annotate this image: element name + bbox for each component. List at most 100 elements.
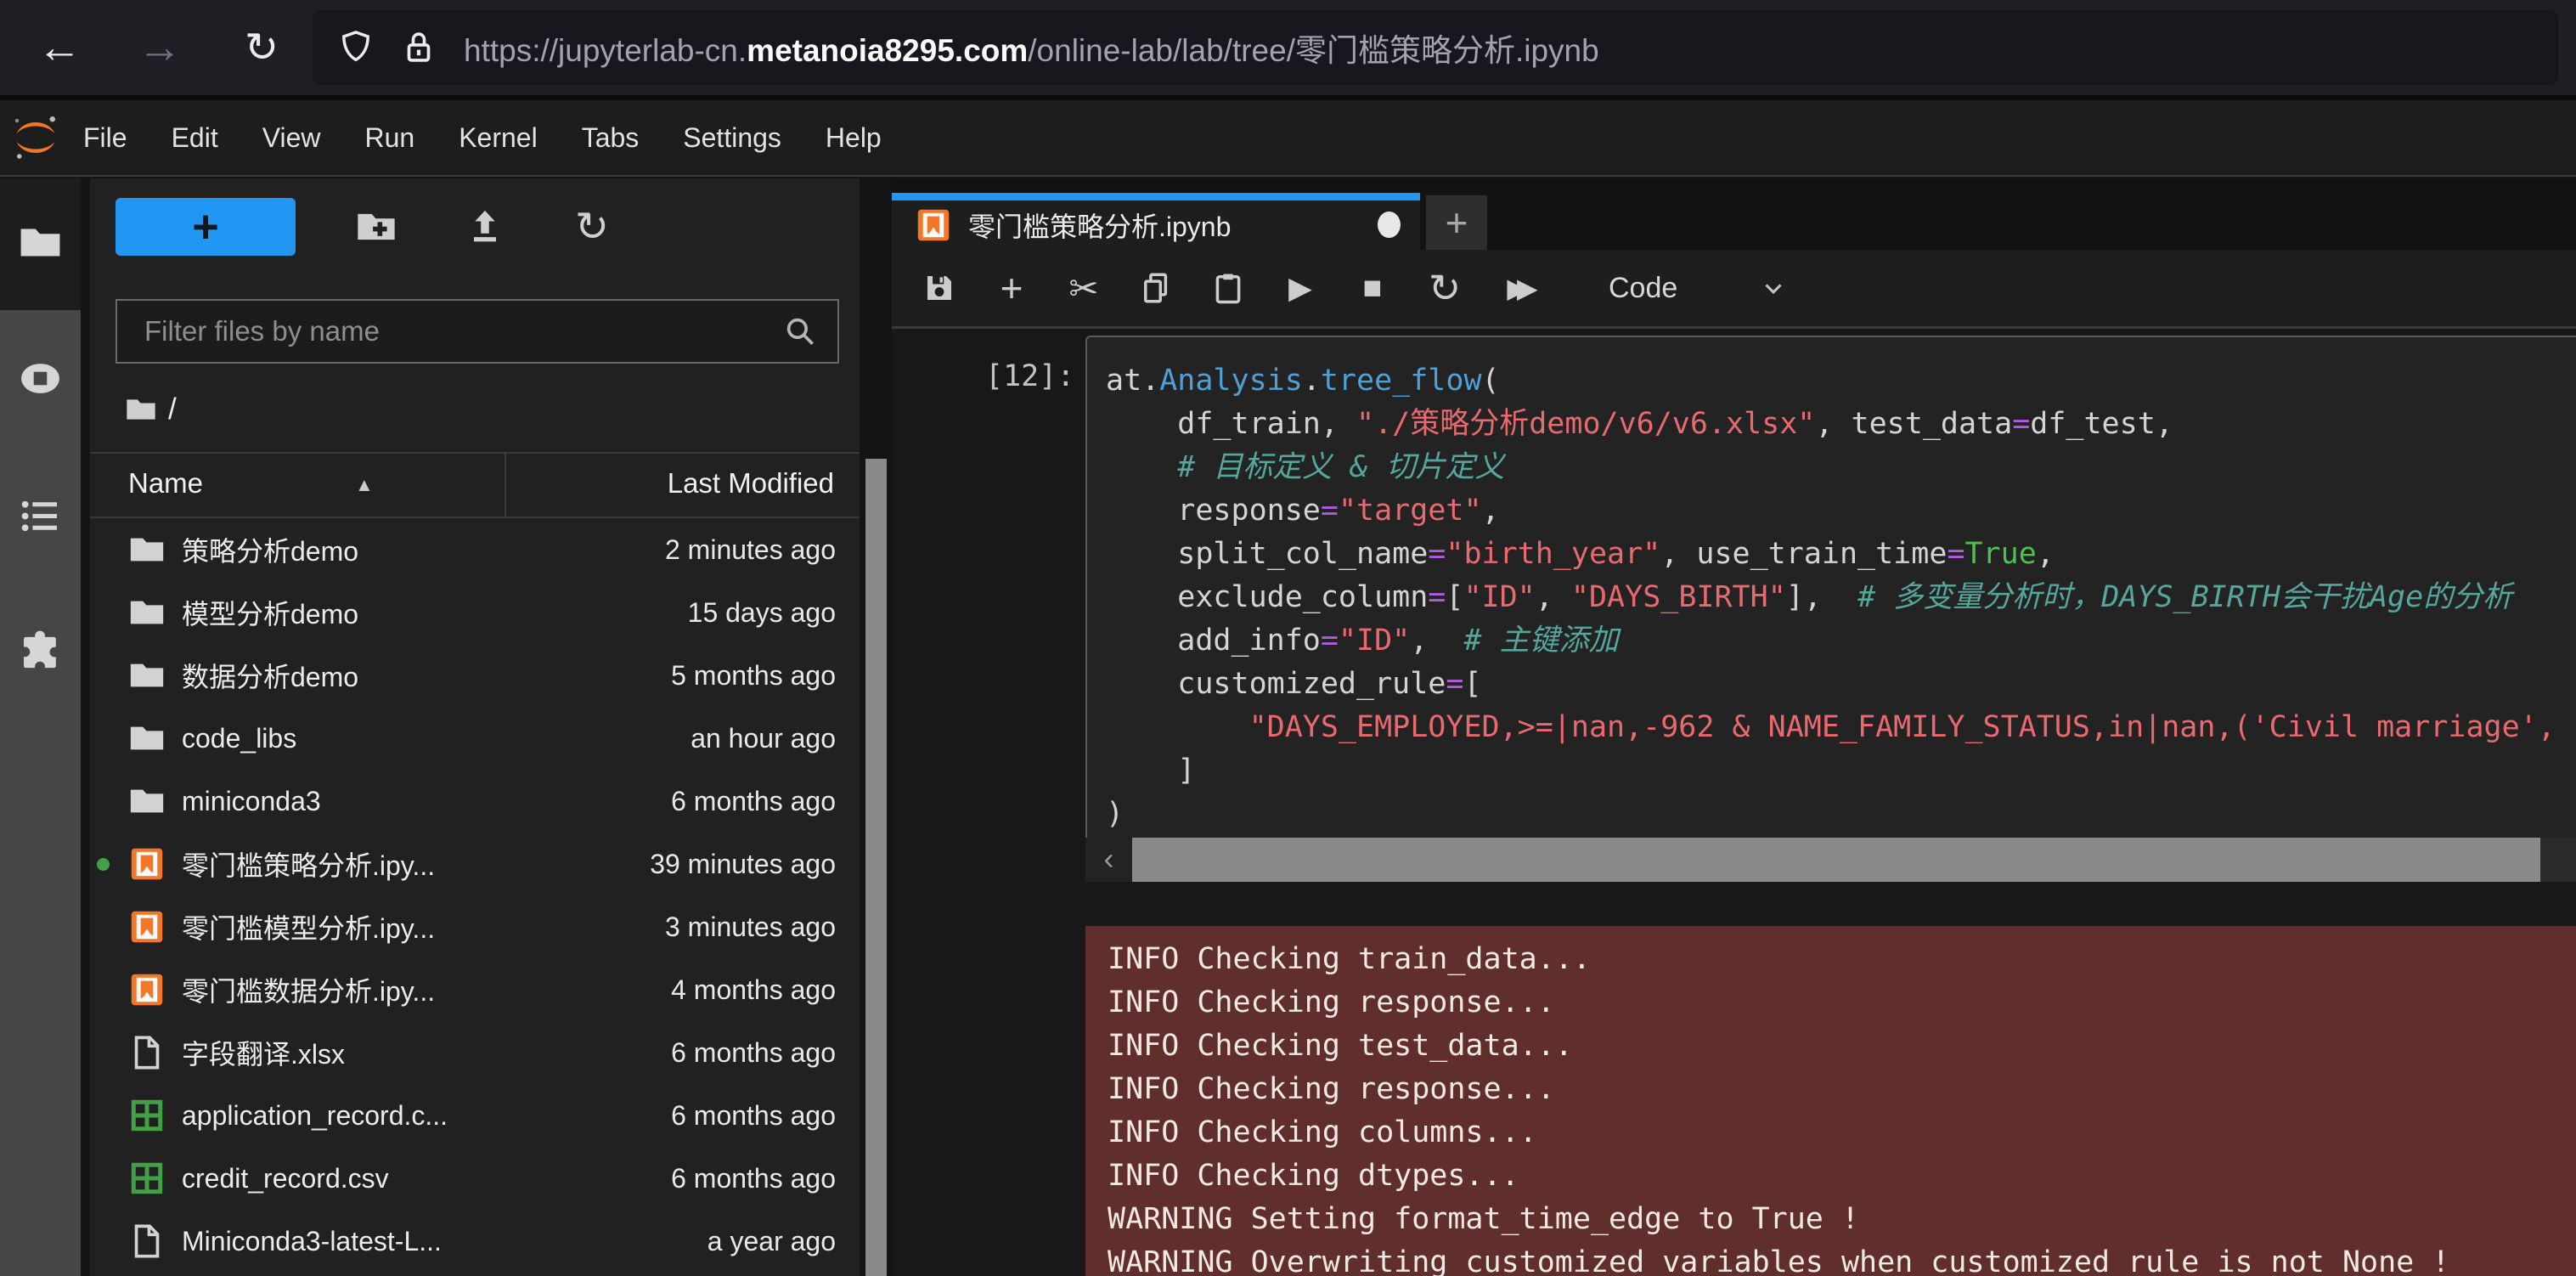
folder-icon [127, 719, 166, 758]
save-button[interactable] [915, 263, 964, 313]
chevron-down-icon[interactable] [1759, 274, 1788, 302]
menu-edit[interactable]: Edit [149, 122, 240, 154]
run-icon: ▶ [1288, 270, 1312, 306]
file-modified-time: 3 minutes ago [665, 912, 860, 943]
sidebar-item-extensions[interactable] [17, 627, 64, 674]
chevron-left-icon: ‹ [1104, 841, 1114, 876]
notebook-file-icon [914, 206, 953, 245]
browser-address-bar[interactable]: https://jupyterlab-cn.metanoia8295.com/o… [313, 10, 2559, 85]
file-name: 策略分析demo [182, 530, 358, 569]
run-all-icon: ▶▶ [1507, 272, 1526, 304]
file-row[interactable]: 零门槛数据分析.ipy...4 months ago [90, 958, 860, 1021]
code-line: df_train, "./策略分析demo/v6/v6.xlsx", test_… [1106, 403, 2556, 446]
file-name: Miniconda3-latest-L... [182, 1226, 442, 1257]
folder-icon [127, 782, 166, 821]
cell-execution-count: [12]: [985, 359, 1074, 393]
editor-horizontal-scrollbar[interactable]: ‹ [1085, 838, 2576, 882]
new-folder-button[interactable] [352, 202, 401, 251]
notebook-tab[interactable]: 零门槛策略分析.ipynb [892, 193, 1420, 250]
file-browser-scrollbar[interactable] [865, 459, 887, 1276]
output-line: WARNING Setting format_time_edge to True… [1108, 1198, 2576, 1241]
jupyterlab-menubar: FileEditViewRunKernelTabsSettingsHelp [0, 100, 2576, 177]
browser-forward-button[interactable]: → [126, 0, 194, 95]
file-filter-input[interactable] [117, 314, 781, 348]
file-modified-time: 15 days ago [688, 597, 860, 629]
file-row[interactable]: 策略分析demo2 minutes ago [90, 518, 860, 581]
code-line: # 目标定义 & 切片定义 [1106, 446, 2556, 489]
menu-tabs[interactable]: Tabs [560, 122, 662, 154]
lock-icon[interactable] [399, 28, 438, 67]
forward-arrow-icon: → [138, 22, 182, 73]
puzzle-icon [17, 627, 64, 674]
restart-button[interactable]: ↻ [1420, 263, 1469, 313]
file-row[interactable]: 零门槛策略分析.ipy...39 minutes ago [90, 833, 860, 895]
file-modified-time: a year ago [707, 1226, 860, 1257]
search-icon [781, 313, 819, 350]
column-divider [504, 454, 506, 517]
file-row[interactable]: application_record.c...6 months ago [90, 1084, 860, 1147]
restart-icon: ↻ [1429, 265, 1462, 311]
cell-output-stderr: INFO Checking train_data... INFO Checking… [1085, 926, 2576, 1276]
file-row[interactable]: code_libsan hour ago [90, 707, 860, 770]
browser-back-button[interactable]: ← [25, 0, 93, 95]
file-row[interactable]: miniconda36 months ago [90, 770, 860, 833]
add-cell-button[interactable]: + [987, 263, 1036, 313]
notebook-icon [127, 907, 166, 946]
output-line: INFO Checking dtypes... [1108, 1155, 2576, 1198]
column-header-name[interactable]: Name [128, 467, 203, 500]
code-line: customized_rule=[ [1106, 663, 2556, 706]
menu-view[interactable]: View [240, 122, 343, 154]
file-row[interactable]: 模型分析demo15 days ago [90, 581, 860, 644]
scroll-left-button[interactable]: ‹ [1085, 838, 1132, 882]
column-header-modified[interactable]: Last Modified [668, 467, 834, 500]
paste-button[interactable] [1203, 263, 1253, 313]
file-row[interactable]: Miniconda3-latest-L... a year ago [90, 1210, 860, 1273]
cut-button[interactable]: ✂ [1059, 263, 1108, 313]
refresh-button[interactable]: ↻ [567, 202, 617, 251]
run-button[interactable]: ▶ [1276, 263, 1325, 313]
breadcrumb[interactable]: / [124, 392, 177, 426]
running-kernel-indicator [97, 858, 110, 871]
output-line: INFO Checking columns... [1108, 1111, 2576, 1155]
code-cell-editor[interactable]: at.Analysis.tree_flow( df_train, "./策略分析… [1085, 336, 2576, 838]
unsaved-changes-indicator[interactable] [1378, 212, 1401, 238]
sidebar-item-running-sessions[interactable] [17, 355, 64, 402]
menu-run[interactable]: Run [342, 122, 437, 154]
add-cell-icon: + [1001, 265, 1023, 311]
sidebar-item-file-browser[interactable] [17, 219, 64, 266]
run-all-button[interactable]: ▶▶ [1492, 263, 1553, 313]
new-tab-button[interactable]: + [1426, 195, 1487, 250]
shield-icon[interactable] [336, 28, 375, 67]
menu-settings[interactable]: Settings [661, 122, 803, 154]
file-row[interactable]: 数据分析demo5 months ago [90, 644, 860, 707]
file-modified-time: 5 months ago [671, 660, 860, 692]
upload-button[interactable] [460, 202, 510, 251]
sidebar-item-table-of-contents[interactable] [17, 493, 64, 539]
file-row[interactable]: 零门槛模型分析.ipy...3 minutes ago [90, 895, 860, 958]
copy-button[interactable] [1131, 263, 1181, 313]
save-icon [922, 270, 957, 306]
browser-chrome: ← → ↻ https://jupyterlab-cn.metanoia8295… [0, 0, 2576, 100]
code-line: exclude_column=["ID", "DAYS_BIRTH"], # 多… [1106, 576, 2556, 619]
main-dock-panel: 零门槛策略分析.ipynb + + ✂ ▶ ■ ↻ ▶▶ Code [12]: at.Ana… [892, 178, 2576, 1276]
breadcrumb-root: / [168, 392, 177, 426]
folder-icon [127, 656, 166, 695]
code-line: at.Analysis.tree_flow( [1106, 359, 2556, 403]
notebook-icon [127, 970, 166, 1009]
file-row[interactable]: 字段翻译.xlsx6 months ago [90, 1021, 860, 1084]
jupyter-logo-icon [10, 112, 61, 163]
browser-reload-button[interactable]: ↻ [228, 0, 296, 95]
notebook-tab-title: 零门槛策略分析.ipynb [968, 206, 1231, 245]
file-row[interactable]: credit_record.csv6 months ago [90, 1147, 860, 1210]
interrupt-button[interactable]: ■ [1348, 263, 1397, 313]
menu-help[interactable]: Help [803, 122, 904, 154]
file-modified-time: 4 months ago [671, 974, 860, 1006]
cell-type-dropdown[interactable]: Code [1609, 272, 1677, 305]
code-line: split_col_name="birth_year", use_train_t… [1106, 533, 2556, 576]
menu-kernel[interactable]: Kernel [437, 122, 560, 154]
scrollbar-thumb[interactable] [1132, 838, 2540, 882]
new-launcher-button[interactable]: + [116, 198, 296, 256]
menu-file[interactable]: File [61, 122, 149, 154]
output-line: INFO Checking train_data... [1108, 938, 2576, 981]
file-name: miniconda3 [182, 786, 321, 817]
